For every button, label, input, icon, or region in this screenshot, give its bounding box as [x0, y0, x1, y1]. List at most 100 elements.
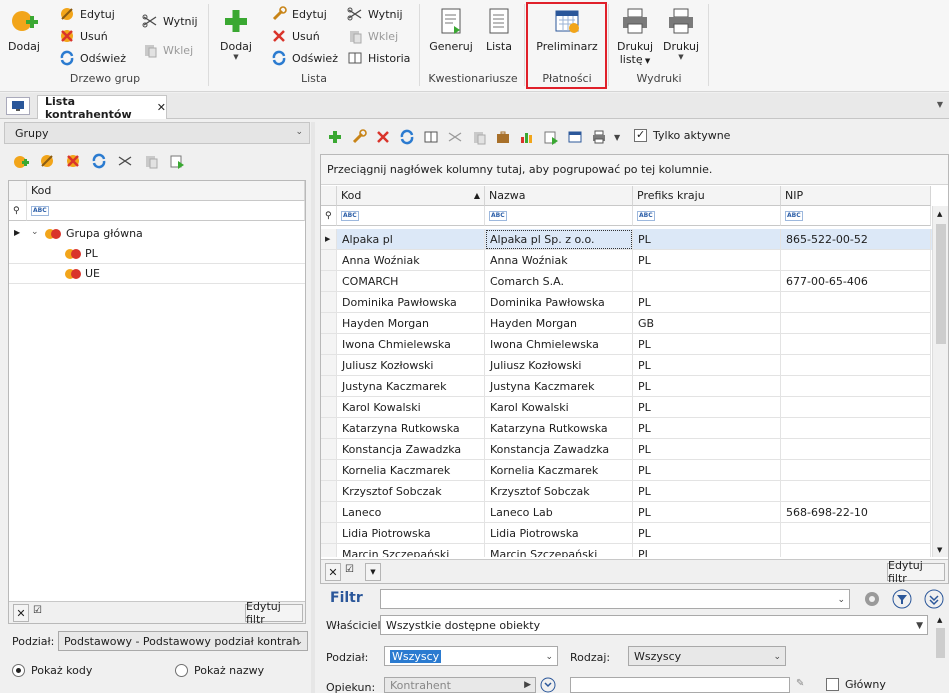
- tree-node-root[interactable]: ▶ ⌄ Grupa główna: [9, 224, 305, 244]
- table-row[interactable]: Lidia Piotrowska Lidia Piotrowska PL: [321, 523, 932, 544]
- table-row[interactable]: Hayden Morgan Hayden Morgan GB: [321, 313, 932, 334]
- division-select[interactable]: Podstawowy - Podstawowy podział kontrah …: [58, 631, 308, 651]
- cell-nazwa[interactable]: Dominika Pawłowska: [485, 292, 633, 313]
- panel-splitter[interactable]: [311, 122, 315, 693]
- filter-cell-nazwa[interactable]: ABC: [485, 206, 633, 226]
- table-row[interactable]: Laneco Laneco Lab PL 568-698-22-10: [321, 502, 932, 523]
- wrench-icon[interactable]: [350, 128, 368, 146]
- filter-scrollbar[interactable]: ▲: [934, 614, 947, 693]
- cell-kod[interactable]: Karol Kowalski: [337, 397, 485, 418]
- row-indicator[interactable]: [321, 355, 337, 376]
- run-icon[interactable]: [168, 152, 186, 170]
- cell-nazwa[interactable]: Karol Kowalski: [485, 397, 633, 418]
- cell-nip[interactable]: [781, 313, 931, 334]
- filter-cell-nip[interactable]: ABC: [781, 206, 931, 226]
- cell-prefiks[interactable]: PL: [633, 502, 781, 523]
- cell-prefiks[interactable]: PL: [633, 292, 781, 313]
- cell-kod[interactable]: COMARCH: [337, 271, 485, 292]
- home-screen-icon[interactable]: [6, 97, 30, 115]
- book-icon[interactable]: [422, 128, 440, 146]
- clear-filter-icon[interactable]: ✕: [325, 563, 341, 581]
- row-indicator[interactable]: [321, 292, 337, 313]
- row-indicator[interactable]: [321, 397, 337, 418]
- table-row[interactable]: Marcin Szczepański Marcin Szczepański PL: [321, 544, 932, 557]
- cell-nazwa[interactable]: Hayden Morgan: [485, 313, 633, 334]
- cell-kod[interactable]: Lidia Piotrowska: [337, 523, 485, 544]
- cell-prefiks[interactable]: PL: [633, 460, 781, 481]
- cell-nazwa[interactable]: Konstancja Zawadzka: [485, 439, 633, 460]
- refresh-icon[interactable]: [398, 128, 416, 146]
- column-header-nazwa[interactable]: Nazwa: [485, 186, 633, 206]
- cell-nip[interactable]: [781, 544, 931, 557]
- tree-edit-button[interactable]: Edytuj: [59, 5, 115, 23]
- cell-prefiks[interactable]: PL: [633, 418, 781, 439]
- cell-nip[interactable]: [781, 292, 931, 313]
- paste-icon[interactable]: [470, 128, 488, 146]
- row-indicator[interactable]: [321, 271, 337, 292]
- main-keeper-checkbox[interactable]: Główny: [826, 678, 886, 691]
- cell-nazwa[interactable]: Iwona Chmielewska: [485, 334, 633, 355]
- column-header-nip[interactable]: NIP: [781, 186, 931, 206]
- show-codes-radio[interactable]: Pokaż kody: [12, 664, 92, 677]
- scroll-up-icon[interactable]: ▲: [937, 210, 942, 218]
- row-indicator[interactable]: [321, 439, 337, 460]
- cell-kod[interactable]: Krzysztof Sobczak: [337, 481, 485, 502]
- row-indicator[interactable]: [321, 481, 337, 502]
- edit-group-icon[interactable]: [38, 152, 56, 170]
- cell-prefiks[interactable]: PL: [633, 523, 781, 544]
- cell-kod[interactable]: Laneco: [337, 502, 485, 523]
- group-by-area[interactable]: Przeciągnij nagłówek kolumny tutaj, aby …: [321, 155, 948, 185]
- row-indicator[interactable]: [321, 502, 337, 523]
- table-row[interactable]: Dominika Pawłowska Dominika Pawłowska PL: [321, 292, 932, 313]
- gear-icon[interactable]: [862, 589, 882, 609]
- cell-prefiks[interactable]: PL: [633, 439, 781, 460]
- cell-kod[interactable]: Kornelia Kaczmarek: [337, 460, 485, 481]
- vertical-scrollbar[interactable]: ▲ ▼: [932, 206, 948, 557]
- scissors-icon[interactable]: [116, 152, 134, 170]
- cell-nip[interactable]: 677-00-65-406: [781, 271, 931, 292]
- table-row[interactable]: Justyna Kaczmarek Justyna Kaczmarek PL: [321, 376, 932, 397]
- table-row[interactable]: Katarzyna Rutkowska Katarzyna Rutkowska PL: [321, 418, 932, 439]
- list-add-button[interactable]: Dodaj ▼: [216, 6, 256, 61]
- cell-nazwa[interactable]: Marcin Szczepański: [485, 544, 633, 557]
- bar-chart-icon[interactable]: [518, 128, 536, 146]
- cell-kod[interactable]: Katarzyna Rutkowska: [337, 418, 485, 439]
- tab-lista-kontrahentow[interactable]: Lista kontrahentów ✕: [37, 95, 167, 121]
- eraser-icon[interactable]: ✎: [796, 678, 804, 689]
- collapse-icon[interactable]: ⌄: [31, 227, 39, 237]
- list-cut-button[interactable]: Wytnij: [347, 5, 403, 23]
- column-header-kod[interactable]: Kod: [27, 181, 305, 201]
- scroll-thumb[interactable]: [936, 224, 946, 344]
- tree-cut-button[interactable]: Wytnij: [142, 12, 198, 30]
- row-indicator[interactable]: [321, 460, 337, 481]
- tree-paste-button[interactable]: Wklej: [142, 41, 193, 59]
- division-filter-select[interactable]: Wszyscy ⌄: [384, 646, 558, 666]
- cell-kod[interactable]: Juliusz Kozłowski: [337, 355, 485, 376]
- expand-keeper-icon[interactable]: [540, 677, 556, 693]
- print-button[interactable]: Drukuj ▼: [660, 6, 702, 61]
- row-indicator[interactable]: [321, 544, 337, 557]
- filter-cell-prefiks[interactable]: ABC: [633, 206, 781, 226]
- cell-nip[interactable]: [781, 418, 931, 439]
- red-x-icon[interactable]: [374, 128, 392, 146]
- show-names-radio[interactable]: Pokaż nazwy: [175, 664, 264, 677]
- row-indicator[interactable]: [321, 418, 337, 439]
- cell-prefiks[interactable]: PL: [633, 229, 781, 250]
- expand-filter-icon[interactable]: [924, 589, 944, 609]
- cell-nazwa[interactable]: Anna Woźniak: [485, 250, 633, 271]
- cell-nip[interactable]: [781, 334, 931, 355]
- only-active-checkbox[interactable]: ✓ Tylko aktywne: [634, 128, 730, 142]
- filter-cell-kod[interactable]: ABC: [337, 206, 485, 226]
- cell-kod[interactable]: Hayden Morgan: [337, 313, 485, 334]
- column-header-kod[interactable]: [9, 181, 27, 201]
- briefcase-icon[interactable]: [494, 128, 512, 146]
- delete-group-icon[interactable]: [64, 152, 82, 170]
- tab-dropdown-icon[interactable]: ▼: [937, 100, 943, 109]
- check-filter-icon[interactable]: ☑: [33, 605, 42, 616]
- cell-prefiks[interactable]: PL: [633, 376, 781, 397]
- cell-nip[interactable]: [781, 397, 931, 418]
- cell-kod[interactable]: Iwona Chmielewska: [337, 334, 485, 355]
- cell-nazwa[interactable]: Krzysztof Sobczak: [485, 481, 633, 502]
- filter-options-icon[interactable]: ▼: [365, 563, 381, 581]
- cell-nazwa[interactable]: Lidia Piotrowska: [485, 523, 633, 544]
